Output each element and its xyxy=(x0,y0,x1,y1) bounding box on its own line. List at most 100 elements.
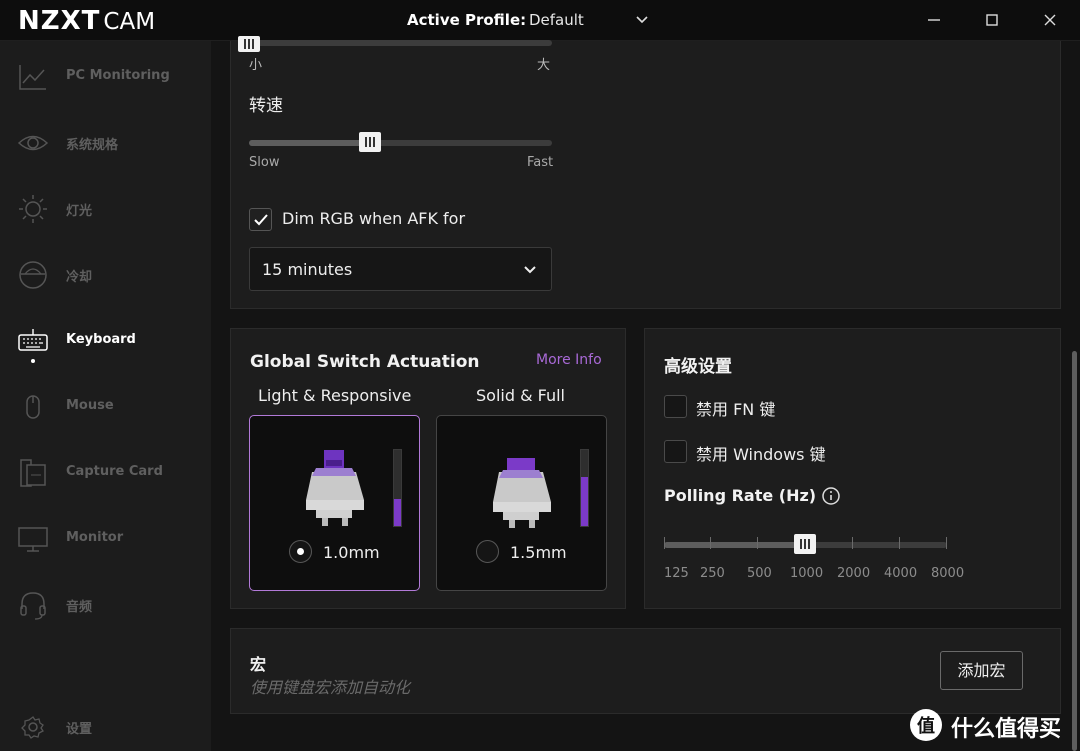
dim-rgb-label: Dim RGB when AFK for xyxy=(282,209,466,228)
switch-option-title: Light & Responsive xyxy=(258,386,412,405)
sidebar-item-capture-card[interactable]: Capture Card xyxy=(0,451,211,495)
sidebar-item-label: 设置 xyxy=(66,722,93,737)
switch-purple-icon xyxy=(493,458,551,528)
polling-tick xyxy=(899,537,900,549)
switch-card-solid[interactable]: 1.5mm xyxy=(436,415,607,591)
sidebar-item-settings[interactable]: 设置 xyxy=(0,705,211,749)
macro-title: 宏 xyxy=(250,655,267,674)
gear-icon xyxy=(21,716,44,739)
switch-purple-icon xyxy=(306,450,364,526)
polling-slider-thumb[interactable] xyxy=(794,534,816,554)
dim-duration-select[interactable]: 15 minutes xyxy=(249,247,552,291)
more-info-link[interactable]: More Info xyxy=(536,352,602,368)
actuation-level-fill xyxy=(581,476,588,526)
sidebar-item-label: 系统规格 xyxy=(66,138,119,153)
close-icon[interactable] xyxy=(1040,10,1060,30)
sidebar-item-pc-monitoring[interactable]: PC Monitoring xyxy=(0,55,211,99)
chevron-down-icon[interactable] xyxy=(634,12,650,28)
sidebar-item-label: 音频 xyxy=(66,600,93,615)
actuation-title: Global Switch Actuation xyxy=(250,352,480,372)
active-indicator xyxy=(31,359,35,363)
polling-tick-label: 125 xyxy=(664,566,689,581)
polling-tick-label: 500 xyxy=(747,566,772,581)
actuation-level-fill xyxy=(394,499,401,526)
switch-option-title: Solid & Full xyxy=(476,386,565,405)
maximize-icon[interactable] xyxy=(982,10,1002,30)
check-icon xyxy=(254,214,268,226)
polling-tick xyxy=(664,537,665,549)
polling-tick xyxy=(852,537,853,549)
sidebar-item-label: Keyboard xyxy=(66,332,136,347)
disable-fn-checkbox[interactable] xyxy=(664,395,687,418)
sidebar-item-audio[interactable]: 音频 xyxy=(0,583,211,627)
speed-title: 转速 xyxy=(249,96,283,116)
active-profile-label: Active Profile: xyxy=(407,11,527,29)
speed-max-label: Fast xyxy=(527,155,554,170)
title-bar: NZXT CAM Active Profile: Default xyxy=(0,0,1080,41)
sidebar-item-system-specs[interactable]: 系统规格 xyxy=(0,121,211,165)
minimize-icon[interactable] xyxy=(924,10,944,30)
capture-card-icon xyxy=(20,459,46,487)
size-slider-track[interactable] xyxy=(249,40,552,46)
polling-tick-label: 4000 xyxy=(884,566,918,581)
polling-tick xyxy=(946,537,947,549)
size-min-label: 小 xyxy=(249,58,263,73)
sidebar-item-monitor[interactable]: Monitor xyxy=(0,517,211,561)
active-profile-select[interactable]: Default xyxy=(529,11,584,29)
info-icon[interactable] xyxy=(821,486,841,506)
polling-rate-title: Polling Rate (Hz) xyxy=(664,486,817,505)
polling-tick xyxy=(710,537,711,549)
dim-duration-value: 15 minutes xyxy=(262,260,353,279)
switch-card-light[interactable]: 1.0mm xyxy=(249,415,420,591)
dim-rgb-checkbox[interactable] xyxy=(249,208,272,231)
polling-tick-label: 2000 xyxy=(837,566,871,581)
polling-tick-label: 250 xyxy=(700,566,725,581)
switch-value-label: 1.0mm xyxy=(323,543,380,562)
eye-icon xyxy=(17,135,49,151)
disable-fn-label: 禁用 FN 键 xyxy=(696,400,776,419)
sun-icon xyxy=(19,195,47,223)
radio-1mm[interactable] xyxy=(289,540,312,563)
polling-tick-label: 1000 xyxy=(790,566,824,581)
monitor-icon xyxy=(18,527,48,552)
radio-1-5mm[interactable] xyxy=(476,540,499,563)
macro-panel xyxy=(230,628,1061,714)
advanced-title: 高级设置 xyxy=(664,357,732,377)
mouse-icon xyxy=(26,395,40,419)
chart-line-icon xyxy=(19,65,46,90)
sidebar-item-label: 冷却 xyxy=(66,270,93,285)
headset-icon xyxy=(20,592,46,620)
polling-tick-label: 8000 xyxy=(931,566,965,581)
watermark-badge: 值 xyxy=(917,715,935,737)
sidebar-item-label: Capture Card xyxy=(66,464,163,479)
chevron-down-icon xyxy=(524,266,536,274)
sidebar-item-label: Monitor xyxy=(66,530,124,545)
sidebar-item-label: 灯光 xyxy=(66,204,93,219)
sidebar-item-lighting[interactable]: 灯光 xyxy=(0,187,211,231)
sidebar-item-label: PC Monitoring xyxy=(66,68,170,83)
scrollbar[interactable] xyxy=(1069,41,1080,751)
add-macro-button[interactable]: 添加宏 xyxy=(940,651,1023,690)
app-logo: NZXT CAM xyxy=(18,6,155,36)
sidebar-item-label: Mouse xyxy=(66,398,114,413)
watermark: 值 什么值得买 xyxy=(908,706,1078,744)
disable-windows-label: 禁用 Windows 键 xyxy=(696,445,826,464)
watermark-text: 什么值得买 xyxy=(951,717,1062,742)
actuation-level-bar xyxy=(580,449,589,527)
speed-slider-fill xyxy=(249,140,371,146)
scrollbar-thumb[interactable] xyxy=(1072,351,1077,751)
sidebar-item-mouse[interactable]: Mouse xyxy=(0,385,211,429)
sidebar-item-cooling[interactable]: 冷却 xyxy=(0,253,211,297)
disable-windows-checkbox[interactable] xyxy=(664,440,687,463)
sidebar-item-keyboard[interactable]: Keyboard xyxy=(0,319,211,363)
size-slider-thumb[interactable] xyxy=(238,36,260,52)
polling-tick xyxy=(757,537,758,549)
keyboard-icon xyxy=(18,328,48,351)
polling-slider-fill xyxy=(664,542,805,548)
speed-slider-thumb[interactable] xyxy=(359,132,381,152)
fan-gauge-icon xyxy=(19,261,47,289)
speed-min-label: Slow xyxy=(249,155,280,170)
logo-main-text: NZXT xyxy=(18,6,101,36)
size-max-label: 大 xyxy=(537,58,551,73)
sidebar: PC Monitoring 系统规格 灯光 冷却 Keyboard Mouse … xyxy=(0,41,211,751)
